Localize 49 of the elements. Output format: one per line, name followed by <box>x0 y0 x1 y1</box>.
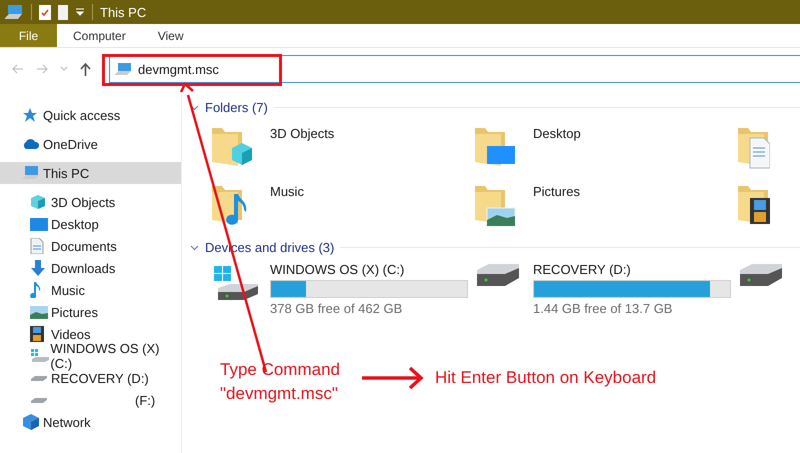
properties-icon[interactable] <box>39 4 51 20</box>
cube-icon <box>30 194 46 210</box>
sidebar-item[interactable]: Desktop <box>0 213 181 235</box>
windows-drive-icon <box>30 349 50 363</box>
picture-icon <box>30 306 48 318</box>
annotation-arrow <box>362 366 424 390</box>
chevron-down-icon[interactable] <box>190 242 199 252</box>
download-icon <box>30 260 46 276</box>
drive-name[interactable]: RECOVERY (D:) <box>533 262 731 277</box>
network-icon <box>22 414 40 430</box>
address-text: devmgmt.msc <box>138 62 219 76</box>
up-arrow-icon[interactable] <box>80 62 91 76</box>
folder-name[interactable]: Desktop <box>533 126 581 141</box>
folder-name[interactable]: Pictures <box>533 184 580 199</box>
sidebar-item[interactable]: OneDrive <box>0 133 181 155</box>
computer-icon <box>114 62 132 76</box>
chevron-down-icon[interactable] <box>190 102 199 112</box>
free-space-text: 1.44 GB free of 13.7 GB <box>533 301 674 316</box>
computer-icon <box>22 165 40 181</box>
sidebar-item[interactable]: Quick access <box>0 104 181 126</box>
music-note-icon <box>30 282 42 298</box>
sidebar-item[interactable]: Music <box>0 279 181 301</box>
ribbon-tab[interactable]: File <box>0 24 57 47</box>
computer-icon <box>4 4 24 20</box>
window-title: This PC <box>100 4 146 20</box>
document-icon <box>30 238 44 254</box>
cloud-icon <box>22 138 40 150</box>
annotation-text: Hit Enter Button on Keyboard <box>435 367 656 389</box>
sidebar-item[interactable]: This PC <box>0 162 181 184</box>
star-icon <box>22 107 38 123</box>
sidebar-item[interactable]: Pictures <box>0 301 181 323</box>
drive-icon <box>30 375 48 381</box>
dropdown-icon[interactable] <box>75 8 85 16</box>
sidebar-item[interactable]: Downloads <box>0 257 181 279</box>
drive-name[interactable]: WINDOWS OS (X) (C:) <box>270 262 468 277</box>
film-icon <box>30 326 44 342</box>
folder-name[interactable]: 3D Objects <box>270 126 334 141</box>
free-space-text: 378 GB free of 462 GB <box>270 301 404 316</box>
sidebar-item[interactable]: Videos <box>0 323 181 345</box>
section-title: Folders (7) <box>205 100 268 114</box>
sidebar-item[interactable]: 3D Objects <box>0 191 181 213</box>
annotation-text: Type Command "devmgmt.msc" <box>220 359 340 405</box>
address-bar[interactable]: devmgmt.msc <box>109 55 800 83</box>
sidebar-item[interactable]: (F:) <box>0 389 181 411</box>
sidebar-item[interactable]: Documents <box>0 235 181 257</box>
desktop-icon <box>30 218 48 230</box>
folder-name[interactable]: Music <box>270 184 304 199</box>
sidebar-item[interactable]: Network <box>0 411 181 433</box>
drive-icon <box>30 397 48 403</box>
